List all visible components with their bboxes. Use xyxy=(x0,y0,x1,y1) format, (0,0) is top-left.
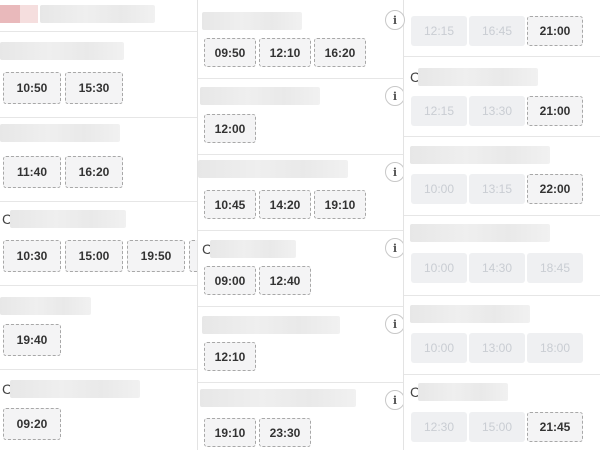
showtime-chip-disabled: 10:00 xyxy=(411,333,467,363)
showtimes-column-right: 12:15 16:45 21:00 C 12:15 13:30 21:00 10… xyxy=(404,0,600,450)
showtime-chip[interactable]: 23:30 xyxy=(259,418,311,447)
blurred-title xyxy=(202,12,302,30)
showtime-chip-disabled: 16:45 xyxy=(469,16,525,46)
info-icon[interactable]: i xyxy=(385,86,403,106)
blurred-title xyxy=(410,305,530,323)
info-icon[interactable]: i xyxy=(385,314,403,334)
showtimes-column-left: 10:50 15:30 11:40 16:20 C 10:30 15:00 19… xyxy=(0,0,197,450)
info-icon[interactable]: i xyxy=(385,390,403,410)
blurred-title xyxy=(0,124,120,142)
showtime-chip[interactable]: 12:00 xyxy=(204,114,256,143)
showtime-chip[interactable]: 14:20 xyxy=(259,190,311,219)
showtime-chip-disabled: 10:00 xyxy=(411,174,467,204)
showtime-chip-disabled: 13:30 xyxy=(469,96,525,126)
showtime-chip[interactable]: 21:45 xyxy=(527,412,583,442)
showtime-chip[interactable]: 21:00 xyxy=(527,96,583,126)
showtimes-column-middle: 09:50 12:10 16:20 i 12:00 i 10:45 14:20 … xyxy=(198,0,403,450)
showtime-chip-disabled: 15:00 xyxy=(469,412,525,442)
showtime-chip-disabled: 18:00 xyxy=(527,333,583,363)
blurred-title xyxy=(418,383,508,401)
showtime-chip-disabled: 13:00 xyxy=(469,333,525,363)
showtime-chip[interactable] xyxy=(189,240,197,272)
showtime-chip[interactable]: 16:20 xyxy=(314,38,366,67)
showtime-chip[interactable]: 12:10 xyxy=(204,342,256,371)
showtime-chip[interactable]: 10:50 xyxy=(3,72,61,104)
showtime-chip[interactable]: 16:20 xyxy=(65,156,123,188)
showtime-chip[interactable]: 10:30 xyxy=(3,240,61,272)
showtime-chip[interactable]: 19:50 xyxy=(127,240,185,272)
blurred-title xyxy=(200,87,320,105)
blurred-title xyxy=(410,146,550,164)
showtime-chip-disabled: 10:00 xyxy=(411,253,467,283)
showtime-chip-disabled: 14:30 xyxy=(469,253,525,283)
info-icon[interactable]: i xyxy=(385,10,405,30)
brand-mark xyxy=(0,5,20,23)
blurred-title xyxy=(202,316,340,334)
showtime-chip[interactable]: 09:50 xyxy=(204,38,256,67)
showtime-chip[interactable]: 22:00 xyxy=(527,174,583,204)
info-icon[interactable]: i xyxy=(385,162,403,182)
showtime-chip-disabled: 12:15 xyxy=(411,96,467,126)
showtime-chip[interactable]: 21:00 xyxy=(527,16,583,46)
blurred-title xyxy=(10,210,126,228)
blurred-title xyxy=(418,68,538,86)
showtime-chip[interactable]: 12:40 xyxy=(259,266,311,295)
blurred-title xyxy=(200,389,356,407)
showtime-chip-disabled: 18:45 xyxy=(527,253,583,283)
showtime-chip[interactable]: 19:10 xyxy=(204,418,256,447)
showtime-chip[interactable]: 09:00 xyxy=(204,266,256,295)
showtime-chip-disabled: 12:15 xyxy=(411,16,467,46)
showtime-chip[interactable]: 10:45 xyxy=(204,190,256,219)
showtime-chip[interactable]: 19:40 xyxy=(3,324,61,356)
showtime-chip[interactable]: 15:00 xyxy=(65,240,123,272)
showtime-chip[interactable]: 09:20 xyxy=(3,408,61,440)
showtime-chip[interactable]: 19:10 xyxy=(314,190,366,219)
blurred-title xyxy=(210,240,296,258)
blurred-title xyxy=(410,224,550,242)
showtime-chip[interactable]: 12:10 xyxy=(259,38,311,67)
blurred-title xyxy=(10,380,140,398)
blurred-title xyxy=(0,297,91,315)
showtime-chip[interactable]: 11:40 xyxy=(3,156,61,188)
blurred-title xyxy=(198,160,348,178)
blurred-title xyxy=(0,42,124,60)
showtime-chip-disabled: 13:15 xyxy=(469,174,525,204)
brand-mark-faded xyxy=(20,5,38,23)
blurred-header xyxy=(40,5,155,23)
info-icon[interactable]: i xyxy=(385,238,403,258)
showtime-chip-disabled: 12:30 xyxy=(411,412,467,442)
showtime-chip[interactable]: 15:30 xyxy=(65,72,123,104)
